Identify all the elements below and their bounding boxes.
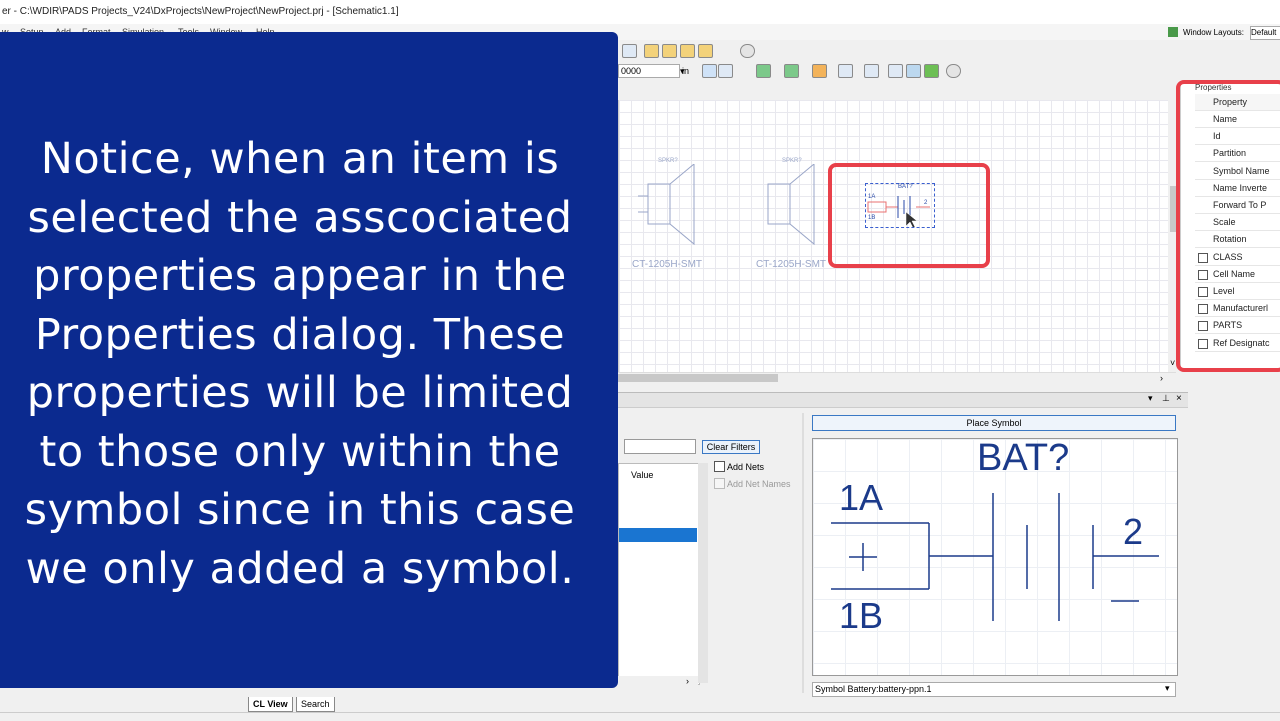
add-nets-checkbox[interactable]	[714, 461, 725, 472]
annotation-overlay: Notice, when an item is selected the ass…	[0, 32, 618, 688]
chevron-right-icon[interactable]: ›	[686, 676, 689, 686]
undo-icon[interactable]	[946, 64, 961, 78]
text-a-icon[interactable]	[924, 64, 939, 78]
close-icon[interactable]: ×	[1176, 393, 1182, 404]
panel-header: ▾ ⊥ ×	[618, 393, 1188, 408]
clear-filters-button[interactable]: Clear Filters	[702, 440, 760, 454]
snap-icon[interactable]	[718, 64, 733, 78]
toolbar-area: 0000 ▾ in	[618, 40, 1178, 98]
chevron-down-icon[interactable]: ▾	[1148, 393, 1153, 404]
grid-combo[interactable]: 0000	[618, 64, 680, 78]
toolbar-icon[interactable]	[622, 44, 637, 58]
tab-search[interactable]: Search	[296, 697, 335, 712]
symbol-select-value: Symbol Battery:battery-ppn.1	[815, 684, 932, 694]
place-symbol-button[interactable]: Place Symbol	[812, 415, 1176, 431]
refresh-icon[interactable]	[838, 64, 853, 78]
selection-highlight	[828, 163, 990, 268]
image-icon[interactable]	[906, 64, 921, 78]
panel-divider	[802, 413, 804, 693]
cl-table[interactable]: Value	[618, 463, 700, 685]
speaker-icon	[767, 164, 815, 246]
symbol-select[interactable]: Symbol Battery:battery-ppn.1 ▾	[812, 682, 1176, 697]
title-bar: er - C:\WDIR\PADS Projects_V24\DxProject…	[0, 0, 1280, 25]
annotation-text: Notice, when an item is selected the ass…	[24, 134, 576, 594]
undo-icon[interactable]	[740, 44, 755, 58]
table-hscrollbar[interactable]: ›	[618, 676, 698, 688]
table-vscrollbar[interactable]	[698, 463, 708, 683]
add-nets-label: Add Nets	[727, 462, 765, 472]
window-layouts-select[interactable]: Default	[1250, 26, 1280, 40]
chevron-down-icon: ▾	[1165, 683, 1170, 693]
speaker-icon	[638, 164, 695, 246]
table-icon[interactable]	[864, 64, 879, 78]
window-layouts-label: Window Layouts:	[1183, 28, 1244, 37]
table-row-selected[interactable]	[619, 528, 697, 542]
grid-icon[interactable]	[702, 64, 717, 78]
properties-highlight	[1176, 80, 1280, 372]
add-net-names-checkbox[interactable]	[714, 478, 725, 489]
battery-preview-symbol	[831, 493, 1159, 621]
chart-icon[interactable]	[888, 64, 903, 78]
part-name: CT-1205H-SMT	[632, 259, 703, 270]
copy-icon[interactable]	[698, 44, 713, 58]
copy-icon[interactable]	[644, 44, 659, 58]
filter-input[interactable]	[624, 439, 696, 454]
copy-icon[interactable]	[662, 44, 677, 58]
pin-icon[interactable]: ⊥	[1162, 393, 1170, 404]
panel-tabs: CL View Search	[218, 697, 618, 713]
layout-icon	[1168, 27, 1178, 37]
window-layouts: Window Layouts: Default	[1168, 26, 1280, 40]
copy-icon[interactable]	[680, 44, 695, 58]
part-name: CT-1205H-SMT	[756, 259, 827, 270]
hscroll-thumb[interactable]	[618, 374, 778, 382]
chevron-right-icon[interactable]: ›	[1160, 373, 1163, 383]
tab-cl-view[interactable]: CL View	[248, 697, 293, 712]
symbol-preview: BAT? 1A 1B 2	[812, 437, 1178, 676]
unit-label: in	[682, 66, 690, 76]
value-column-header: Value	[631, 470, 654, 480]
add-net-names-label: Add Net Names	[727, 479, 791, 489]
check-icon[interactable]	[784, 64, 799, 78]
chevron-down-icon[interactable]: ˅	[1170, 358, 1175, 368]
net-icon[interactable]	[756, 64, 771, 78]
package-icon[interactable]	[812, 64, 827, 78]
window-title: er - C:\WDIR\PADS Projects_V24\DxProject…	[2, 6, 399, 17]
